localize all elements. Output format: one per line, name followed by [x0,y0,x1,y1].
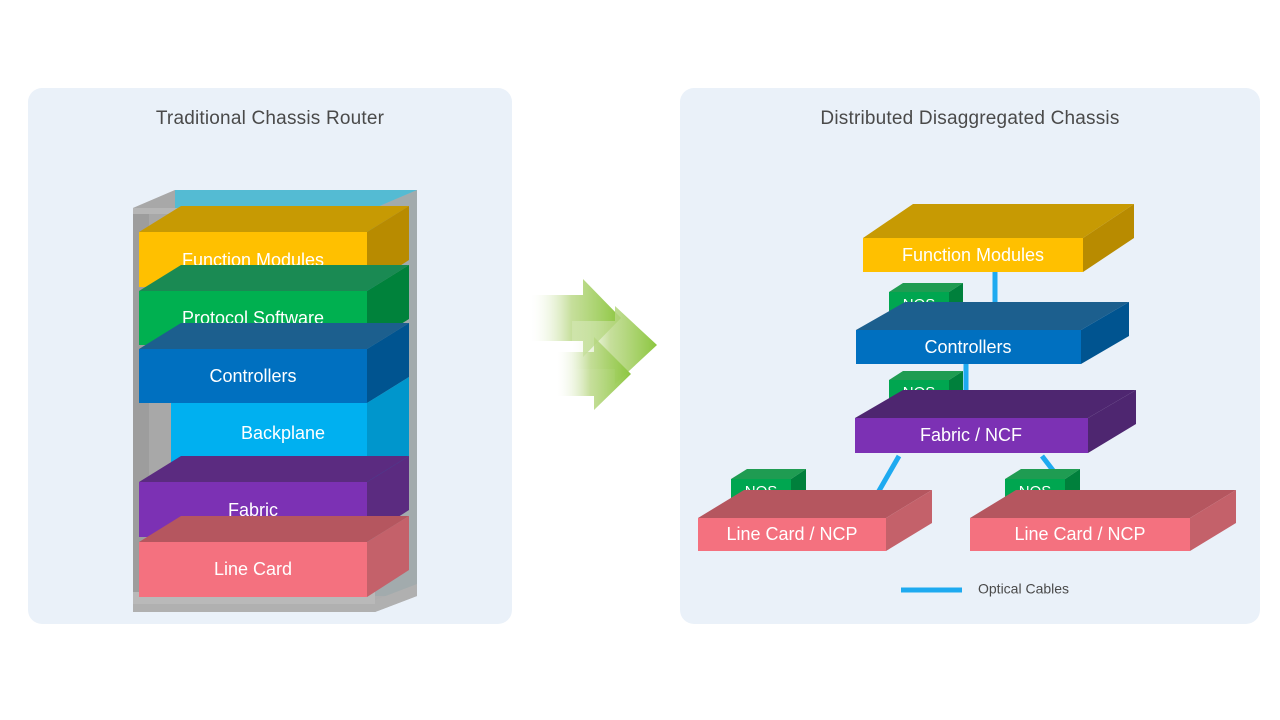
chassis-layer-line-card: Line Card [139,516,409,597]
slab-top [139,265,409,291]
slab-top [139,516,409,542]
chassis-layer-label: Controllers [209,366,296,386]
ddc-node-function-modules: Function Modules [863,204,1134,272]
slab-top [139,206,409,232]
ddc-node-label: Line Card / NCP [1014,524,1145,544]
diagram-artwork: Function Modules Protocol Software Contr… [133,190,1236,612]
transformation-arrows [531,279,657,410]
ddc-node-line-card-ncp-left: Line Card / NCP [698,490,932,551]
ddc-node-label: Function Modules [902,245,1044,265]
legend-optical-cables: Optical Cables [901,581,1069,597]
traditional-chassis-illustration: Function Modules Protocol Software Contr… [133,190,417,612]
chassis-layer-controllers: Controllers [139,323,409,403]
slab-top [139,323,409,349]
chassis-layer-label: Backplane [241,423,325,443]
diagram-stage: Traditional Chassis Router Distributed D… [0,0,1280,720]
ddc-illustration: Function Modules NOS Controllers [698,204,1236,597]
ddc-node-fabric-ncf: Fabric / NCF [855,390,1136,453]
ddc-node-label: Line Card / NCP [726,524,857,544]
slab-top [855,390,1136,418]
slab-top [970,490,1236,518]
legend-label: Optical Cables [978,581,1069,597]
slab-top [139,456,409,482]
ddc-node-label: Controllers [924,337,1011,357]
ddc-node-label: Fabric / NCF [920,425,1022,445]
chassis-layer-label: Line Card [214,559,292,579]
ddc-node-line-card-ncp-right: Line Card / NCP [970,490,1236,551]
ddc-node-controllers: Controllers [856,302,1129,364]
